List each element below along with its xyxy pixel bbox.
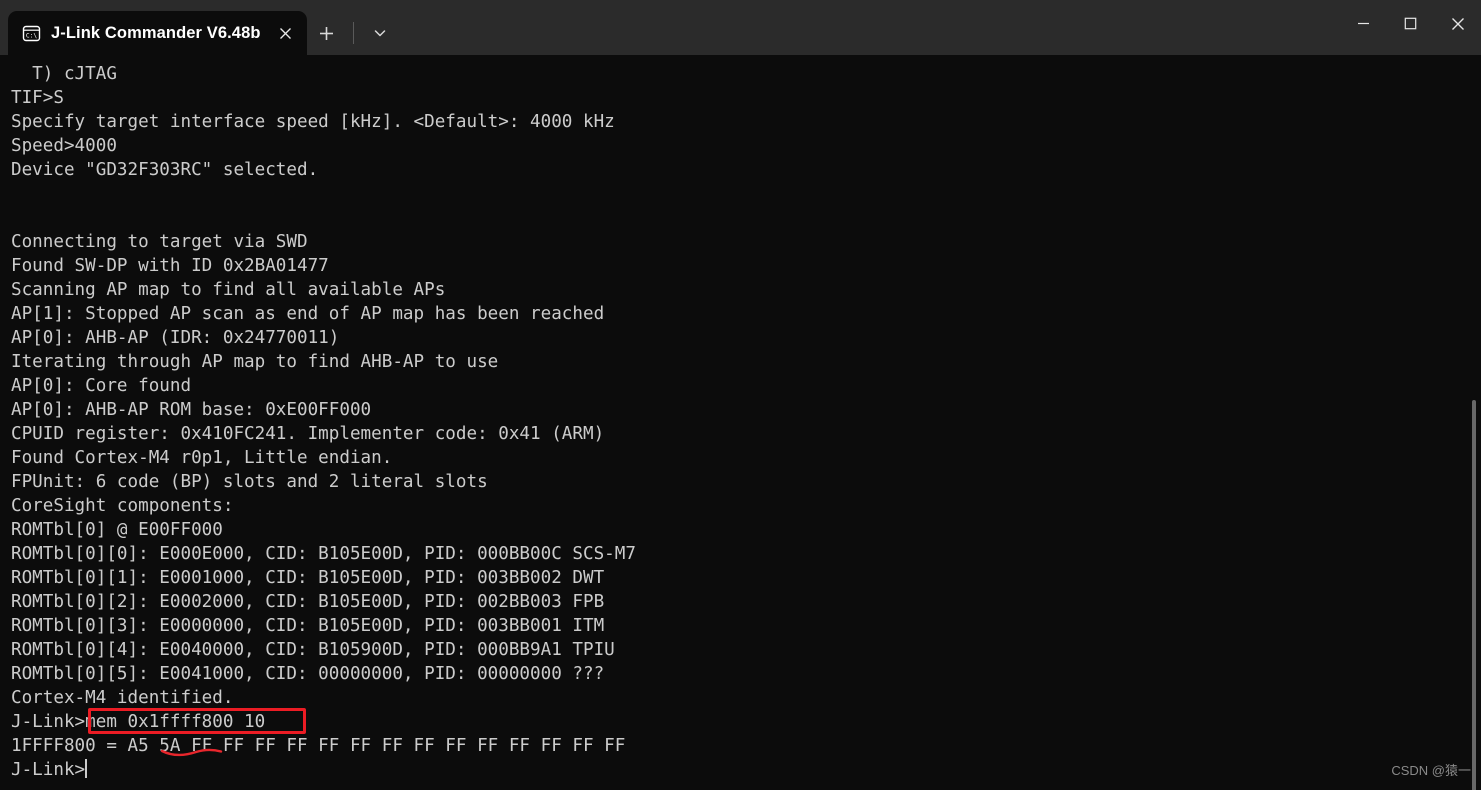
terminal-line: Iterating through AP map to find AHB-AP … <box>11 352 499 372</box>
terminal-line: Device "GD32F303RC" selected. <box>11 160 319 180</box>
close-tab-icon[interactable] <box>271 18 301 48</box>
entered-command: mem 0x1ffff800 10 <box>85 712 266 732</box>
terminal-line: Scanning AP map to find all available AP… <box>11 280 446 300</box>
terminal-line: Speed>4000 <box>11 136 117 156</box>
tab-strip: C:\ J-Link Commander V6.48b <box>0 0 400 55</box>
new-tab-button[interactable] <box>307 16 347 50</box>
svg-text:C:\: C:\ <box>26 32 37 39</box>
terminal-line: AP[0]: AHB-AP ROM base: 0xE00FF000 <box>11 400 372 420</box>
terminal-line: CPUID register: 0x410FC241. Implementer … <box>11 424 605 444</box>
tab-dropdown-button[interactable] <box>360 16 400 50</box>
toolbar-divider <box>352 22 354 44</box>
terminal-line: ROMTbl[0][5]: E0041000, CID: 00000000, P… <box>11 664 605 684</box>
terminal-line: ROMTbl[0][0]: E000E000, CID: B105E00D, P… <box>11 544 636 564</box>
console-cmd-icon: C:\ <box>22 24 41 43</box>
terminal-line: T) cJTAG <box>11 64 117 84</box>
terminal-line: AP[1]: Stopped AP scan as end of AP map … <box>11 304 605 324</box>
memory-dump-result: 1FFFF800 = A5 5A FF FF FF FF FF FF FF FF… <box>11 736 626 756</box>
minimize-icon <box>1358 22 1369 25</box>
terminal-body[interactable]: T) cJTAG TIF>S Specify target interface sp… <box>0 55 1481 790</box>
terminal-line: ROMTbl[0] @ E00FF000 <box>11 520 223 540</box>
scrollbar-track[interactable] <box>1467 110 1481 790</box>
minimize-button[interactable] <box>1340 0 1387 47</box>
terminal-line: ROMTbl[0][3]: E0000000, CID: B105E00D, P… <box>11 616 605 636</box>
terminal-line: Specify target interface speed [kHz]. <D… <box>11 112 615 132</box>
chevron-down-icon <box>374 30 385 37</box>
terminal-command-line: J-Link>mem 0x1ffff800 10 <box>11 710 636 734</box>
terminal-active-prompt[interactable]: J-Link> <box>11 758 636 782</box>
terminal-line: Found SW-DP with ID 0x2BA01477 <box>11 256 329 276</box>
terminal-line: Found Cortex-M4 r0p1, Little endian. <box>11 448 393 468</box>
close-icon <box>1451 17 1464 30</box>
terminal-line: Connecting to target via SWD <box>11 232 308 252</box>
tab-bar-actions <box>307 11 400 55</box>
terminal-line: CoreSight components: <box>11 496 234 516</box>
title-bar: C:\ J-Link Commander V6.48b <box>0 0 1481 55</box>
terminal-line: ROMTbl[0][1]: E0001000, CID: B105E00D, P… <box>11 568 605 588</box>
text-cursor <box>85 759 88 778</box>
scrollbar-thumb[interactable] <box>1472 400 1476 790</box>
window-controls <box>1340 0 1481 47</box>
terminal-line: TIF>S <box>11 88 64 108</box>
plus-icon <box>320 26 334 40</box>
tab-jlink-commander[interactable]: C:\ J-Link Commander V6.48b <box>8 11 307 55</box>
terminal-line: Cortex-M4 identified. <box>11 688 234 708</box>
maximize-icon <box>1404 17 1417 30</box>
maximize-button[interactable] <box>1387 0 1434 47</box>
terminal-prompt: J-Link> <box>11 712 86 732</box>
close-window-button[interactable] <box>1434 0 1481 47</box>
tab-title: J-Link Commander V6.48b <box>51 23 261 42</box>
terminal-line: FPUnit: 6 code (BP) slots and 2 literal … <box>11 472 488 492</box>
terminal-prompt: J-Link> <box>11 760 86 780</box>
terminal-line: AP[0]: Core found <box>11 376 192 396</box>
watermark: CSDN @猿一 <box>1391 763 1471 778</box>
terminal-line: ROMTbl[0][4]: E0040000, CID: B105900D, P… <box>11 640 615 660</box>
terminal-output: T) cJTAG TIF>S Specify target interface sp… <box>11 62 636 782</box>
terminal-line: AP[0]: AHB-AP (IDR: 0x24770011) <box>11 328 340 348</box>
terminal-line: ROMTbl[0][2]: E0002000, CID: B105E00D, P… <box>11 592 605 612</box>
